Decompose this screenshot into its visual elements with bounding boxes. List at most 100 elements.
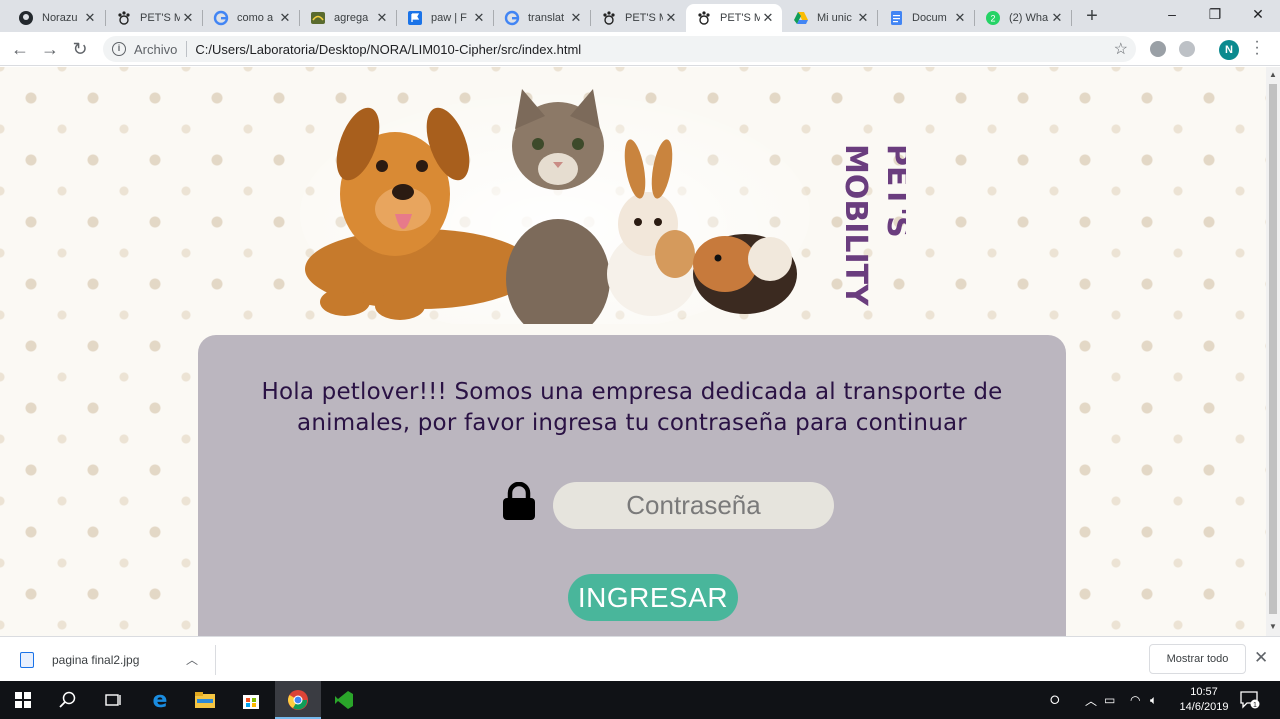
bookmark-star-icon[interactable]: ☆: [1114, 39, 1128, 59]
profile-avatar[interactable]: N: [1219, 40, 1239, 60]
download-file-name: pagina final2.jpg: [52, 653, 140, 667]
chrome-icon: [288, 690, 308, 710]
flag-icon: [408, 11, 422, 25]
url-text[interactable]: C:/Users/Laboratoria/Desktop/NORA/LIM010…: [195, 42, 581, 57]
extension-icon[interactable]: [1150, 41, 1166, 57]
close-window-button[interactable]: ✕: [1236, 0, 1280, 30]
tab-drive[interactable]: Mi unic ✕: [783, 4, 877, 32]
submit-button[interactable]: INGRESAR: [568, 574, 738, 621]
google-icon: [213, 10, 229, 26]
brand-logo-line2: MOBILITY: [838, 144, 873, 307]
tab-title: translat: [528, 12, 565, 24]
close-tab-icon[interactable]: ✕: [180, 10, 196, 26]
taskbar-clock[interactable]: 10:57 14/6/2019: [1174, 685, 1234, 715]
google-icon: [504, 10, 520, 26]
tab-agrega[interactable]: agrega ✕: [300, 4, 396, 32]
close-tab-icon[interactable]: ✕: [568, 10, 584, 26]
password-input[interactable]: [553, 482, 834, 529]
vscode-taskbar-button[interactable]: [321, 681, 367, 719]
download-bar: pagina final2.jpg ︿ Mostrar todo ✕: [0, 636, 1280, 681]
tab-title: Mi unic: [817, 12, 852, 24]
close-tab-icon[interactable]: ✕: [663, 10, 679, 26]
clock-time: 10:57: [1190, 686, 1218, 698]
close-tab-icon[interactable]: ✕: [277, 10, 293, 26]
show-hidden-icons-icon[interactable]: ︿: [1085, 681, 1097, 719]
close-download-bar-icon[interactable]: ✕: [1254, 648, 1268, 668]
windows-taskbar: e ⭘ ︿ ▭ ◠ 🔈︎ 10:57 14/6/2019 1: [0, 681, 1280, 719]
paw-icon: [118, 11, 130, 25]
tab-title: Docum: [912, 12, 947, 24]
tab-title: agrega: [334, 12, 369, 24]
store-button[interactable]: [228, 681, 274, 719]
windows-icon: [15, 692, 31, 708]
edge-icon: e: [153, 689, 168, 711]
folder-icon: [195, 692, 215, 708]
tab-paw[interactable]: paw | F ✕: [397, 4, 493, 32]
chrome-taskbar-button[interactable]: [275, 681, 321, 719]
tab-pets-1[interactable]: PET'S M ✕: [106, 4, 202, 32]
battery-icon[interactable]: ▭: [1104, 681, 1115, 719]
tab-title: PET'S M: [625, 12, 663, 24]
tab-strip: Norazu ✕ PET'S M ✕ como a ✕ agrega ✕ paw…: [0, 0, 1280, 32]
notification-count: 1: [1253, 702, 1257, 709]
close-tab-icon[interactable]: ✕: [471, 10, 487, 26]
search-button[interactable]: [45, 681, 91, 719]
close-tab-icon[interactable]: ✕: [952, 10, 968, 26]
tab-title: como a: [237, 12, 274, 24]
menu-icon[interactable]: · · ·: [1252, 34, 1262, 62]
close-tab-icon[interactable]: ✕: [374, 10, 390, 26]
tab-whatsapp[interactable]: 2 (2) Wha ✕: [975, 4, 1071, 32]
task-view-button[interactable]: [90, 681, 136, 719]
reload-button[interactable]: ↻: [68, 38, 92, 60]
svg-text:e: e: [153, 689, 168, 711]
maximize-button[interactable]: ❐: [1193, 0, 1237, 30]
image-file-icon: [20, 652, 34, 668]
back-button[interactable]: ←: [8, 38, 32, 60]
tab-pets-active[interactable]: PET'S M ✕: [686, 4, 782, 32]
address-bar[interactable]: i Archivo C:/Users/Laboratoria/Desktop/N…: [103, 36, 1136, 62]
extension-icon[interactable]: [1179, 41, 1195, 57]
scrollbar-thumb[interactable]: [1269, 84, 1277, 614]
github-icon: [19, 11, 33, 25]
pets-hero-image: [300, 89, 810, 324]
close-tab-icon[interactable]: ✕: [855, 10, 871, 26]
tab-docs[interactable]: Docum ✕: [878, 4, 974, 32]
search-icon: [59, 691, 76, 708]
tab-google-como[interactable]: como a ✕: [203, 4, 299, 32]
drive-icon: [794, 12, 808, 24]
close-tab-icon[interactable]: ✕: [82, 10, 98, 26]
login-card: Hola petlover!!! Somos una empresa dedic…: [198, 335, 1066, 636]
minimize-button[interactable]: –: [1150, 0, 1194, 30]
code-editor-icon: [335, 691, 353, 709]
start-button[interactable]: [0, 681, 46, 719]
tab-github[interactable]: Norazu ✕: [8, 4, 104, 32]
paw-icon: [698, 11, 710, 25]
page-viewport: PET'S MOBILITY Hola petlover!!! Somos un…: [0, 67, 1266, 636]
webpage-icon: [311, 12, 325, 24]
tab-pets-2[interactable]: PET'S M ✕: [591, 4, 685, 32]
action-center-icon[interactable]: 1: [1240, 691, 1260, 709]
task-view-icon: [105, 694, 121, 706]
file-scheme-label: Archivo: [134, 41, 178, 57]
close-tab-icon[interactable]: ✕: [760, 10, 776, 26]
page-scrollbar[interactable]: ▲ ▼: [1266, 67, 1280, 636]
whatsapp-icon: 2: [986, 11, 1000, 25]
svg-text:2: 2: [990, 14, 995, 24]
download-item[interactable]: pagina final2.jpg ︿: [14, 647, 214, 673]
tab-title: paw | F: [431, 12, 467, 24]
scroll-down-icon[interactable]: ▼: [1269, 622, 1277, 631]
close-tab-icon[interactable]: ✕: [1049, 10, 1065, 26]
people-icon[interactable]: ⭘: [1050, 681, 1060, 719]
new-tab-button[interactable]: +: [1082, 5, 1102, 27]
volume-icon[interactable]: 🔈︎: [1150, 681, 1157, 719]
file-explorer-button[interactable]: [182, 681, 228, 719]
chevron-up-icon[interactable]: ︿: [186, 651, 198, 668]
tab-translate[interactable]: translat ✕: [494, 4, 590, 32]
info-icon[interactable]: i: [112, 42, 126, 56]
wifi-icon[interactable]: ◠: [1130, 681, 1140, 719]
forward-button[interactable]: →: [38, 38, 62, 60]
edge-taskbar-button[interactable]: e: [137, 681, 183, 719]
show-all-button[interactable]: Mostrar todo: [1149, 644, 1246, 674]
clock-date: 14/6/2019: [1179, 701, 1229, 713]
scroll-up-icon[interactable]: ▲: [1269, 70, 1277, 79]
